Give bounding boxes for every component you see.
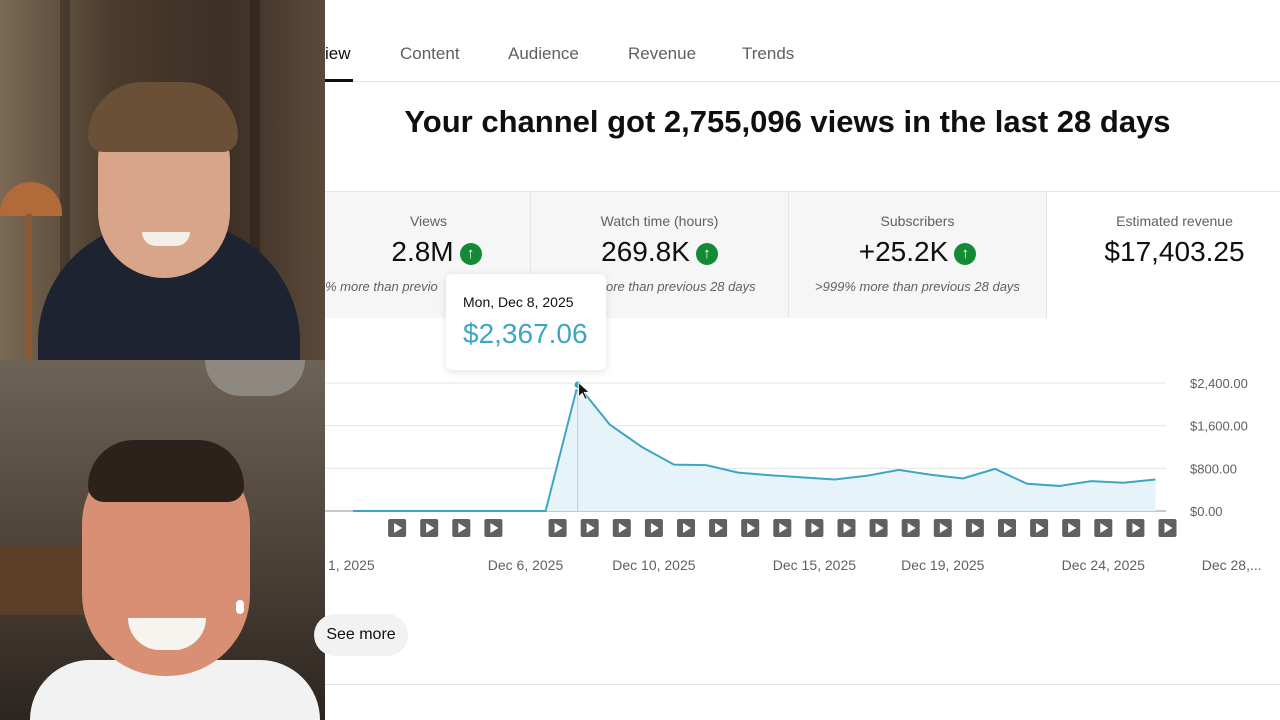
y-tick-label: $0.00 [1190,504,1223,519]
x-tick-label: 1, 2025 [328,557,375,573]
x-tick-label: Dec 19, 2025 [901,557,984,573]
section-divider [325,684,1280,685]
series-area [353,384,1156,511]
tooltip-date: Mon, Dec 8, 2025 [463,294,574,310]
x-tick-label: Dec 24, 2025 [1062,557,1145,573]
see-more-button[interactable]: See more [314,614,408,656]
y-tick-label: $1,600.00 [1190,419,1248,434]
x-tick-label: Dec 10, 2025 [612,557,695,573]
y-tick-label: $2,400.00 [1190,376,1248,391]
chart-tooltip: Mon, Dec 8, 2025 $2,367.06 [446,274,606,370]
revenue-chart[interactable]: $2,400.00 $1,600.00 $800.00 $0.00 1, 2025 Dec… [0,0,1280,720]
y-tick-label: $800.00 [1190,461,1237,476]
x-tick-label: Dec 28,... [1202,557,1262,573]
x-tick-label: Dec 15, 2025 [773,557,856,573]
tooltip-value: $2,367.06 [463,318,588,349]
x-tick-label: Dec 6, 2025 [488,557,564,573]
